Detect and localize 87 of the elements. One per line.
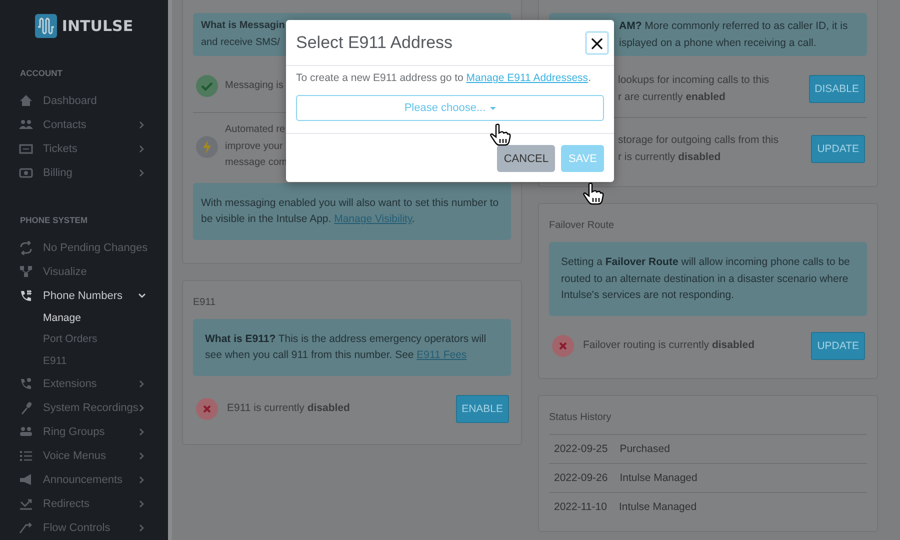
chevron-icon (138, 452, 146, 460)
address-dropdown[interactable]: Please choose... (296, 95, 604, 121)
cancel-button[interactable]: CANCEL (496, 145, 556, 172)
sync-icon (19, 241, 33, 256)
lightning-icon (196, 136, 218, 158)
event-cell: Intulse Managed (620, 472, 698, 484)
scrollbar[interactable] (168, 0, 172, 540)
nav-item[interactable]: Announcements (0, 468, 168, 492)
nav-item[interactable]: Tickets (0, 137, 168, 162)
phone-icon (19, 377, 33, 392)
chevron-icon (138, 500, 146, 508)
event-cell: Purchased (620, 442, 670, 454)
nav-item[interactable]: Phone Numbers (0, 284, 168, 308)
link[interactable]: E911 Fees (416, 349, 467, 361)
nav-item[interactable]: No Pending Changes (0, 236, 168, 260)
nav-subitem[interactable]: Manage (0, 308, 168, 330)
info-text: AM? More commonly referred to as caller ID, it is (619, 19, 848, 34)
nav-item[interactable]: Redirects (0, 492, 168, 516)
info-text: What is E911? This is the address emergency operators will see when you call 911 from this number. See E911 Fees (205, 332, 488, 363)
chevron-icon (138, 380, 146, 388)
chevron-icon (138, 476, 146, 484)
date-cell: 2022-11-10 (554, 500, 607, 512)
status-text: Messaging is (225, 78, 284, 93)
nav-item[interactable]: Ring Groups (0, 420, 168, 444)
nav-item[interactable]: Visualize (0, 260, 168, 284)
card-title: Status History (549, 412, 612, 422)
home-icon (19, 94, 33, 108)
info-text: isplayed on a phone when receiving a call. (619, 36, 816, 50)
link[interactable]: Manage E911 Addressess (466, 72, 588, 84)
link[interactable]: Manage Visibility (334, 213, 412, 225)
chevron-icon (138, 428, 146, 436)
close-button[interactable]: × (585, 31, 609, 55)
nav-item[interactable]: Voice Menus (0, 444, 168, 468)
check-icon (196, 75, 218, 97)
status-text: lookups for incoming calls to this (618, 73, 770, 88)
card-title: Failover Route (549, 220, 616, 231)
info-text: and receive SMS/ (201, 36, 280, 50)
chevron-icon (138, 524, 146, 532)
event-cell: Intulse Managed (618, 500, 697, 512)
list-icon (19, 449, 33, 464)
logo-icon (34, 14, 57, 38)
error-icon (552, 334, 574, 356)
nav-item[interactable]: Flow Controls (0, 516, 168, 540)
chevron-icon (138, 145, 146, 154)
nav-subitem[interactable]: Port Orders (0, 329, 168, 351)
status-text: Failover routing is currently disabled (583, 338, 755, 354)
date-cell: 2022-09-26 (554, 472, 608, 484)
section-heading: ACCOUNT (19, 68, 64, 78)
info-text: What is Messagin (201, 19, 285, 33)
status-text: improve your (225, 140, 283, 154)
ticket-icon (19, 142, 33, 156)
nav-subitem[interactable]: E911 (0, 350, 168, 372)
status-text: r are currently enabled (618, 90, 726, 104)
phone-icon (19, 288, 33, 303)
date-cell: 2022-09-25 (554, 442, 608, 454)
nav-item[interactable]: System Recordings (0, 396, 168, 420)
card-title: E911 (193, 296, 217, 308)
dialog-title: Select E911 Address (296, 33, 453, 53)
microphone-icon (19, 401, 33, 416)
nav-item[interactable]: Dashboard (0, 89, 168, 114)
action-button[interactable]: UPDATE (811, 134, 865, 162)
logo-text: INTULSE (62, 17, 134, 36)
status-text: storage for outgoing calls from this (618, 133, 778, 148)
chevron-icon (138, 169, 146, 178)
dialog-text: To create a new E911 address go to Manage E911 Addressess. (296, 72, 592, 84)
megaphone-icon (19, 473, 33, 488)
chevron-icon (138, 404, 146, 412)
status-text: r is currently disabled (618, 150, 721, 164)
status-text: Automated re (225, 123, 286, 137)
nav-item[interactable]: Contacts (0, 113, 168, 138)
chevron-icon (138, 292, 146, 300)
section-heading: PHONE SYSTEM (19, 215, 89, 226)
action-button[interactable]: ENABLE (456, 394, 509, 422)
action-button[interactable]: DISABLE (808, 74, 865, 102)
hand-cursor-icon (489, 123, 511, 147)
arrow-icon (19, 521, 33, 536)
error-icon (196, 398, 218, 420)
chevron-icon (138, 121, 146, 130)
info-text: Setting a Failover Route will allow incoming phone calls to be routed to an alternate destination in a disaster scenario where Intulse's services are not responding. (561, 255, 851, 303)
nav-item[interactable]: Extensions (0, 372, 168, 396)
info-text: With messaging enabled you will also want to set this number to be visible in the Intulse App. Manage Visibility. (201, 196, 499, 227)
action-button[interactable]: UPDATE (811, 332, 865, 360)
card-icon (19, 166, 33, 180)
nav-item[interactable]: Billing (0, 161, 168, 186)
arrow-icon (19, 497, 33, 512)
status-text: E911 is currently disabled (227, 401, 350, 416)
nodes-icon (19, 264, 33, 279)
